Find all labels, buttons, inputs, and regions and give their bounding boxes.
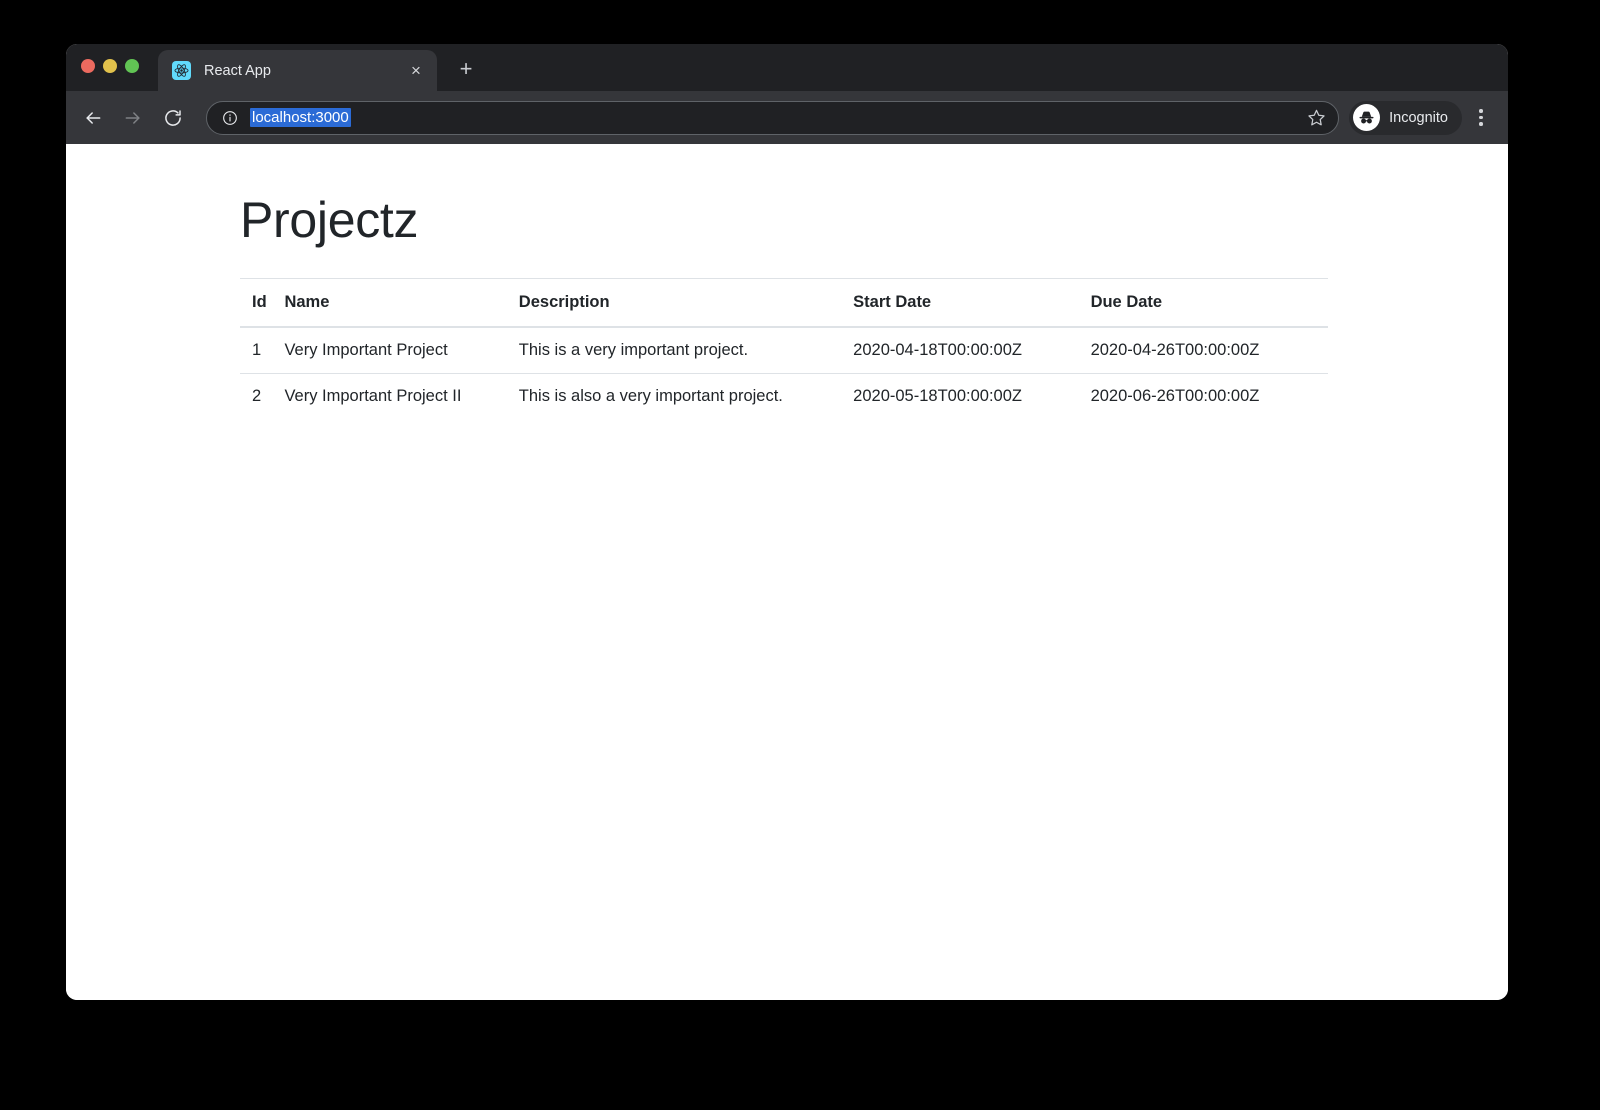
- page-title: Projectz: [240, 192, 1508, 250]
- cell-name: Very Important Project II: [284, 373, 518, 419]
- back-arrow-icon[interactable]: [76, 101, 110, 135]
- tab-title: React App: [204, 63, 405, 79]
- cell-due-date: 2020-06-26T00:00:00Z: [1091, 373, 1328, 419]
- forward-arrow-icon[interactable]: [116, 101, 150, 135]
- bookmark-star-icon[interactable]: [1304, 106, 1328, 130]
- cell-start-date: 2020-05-18T00:00:00Z: [853, 373, 1090, 419]
- column-header-due-date: Due Date: [1091, 278, 1328, 327]
- cell-description: This is a very important project.: [519, 327, 853, 374]
- table-header-row: Id Name Description Start Date Due Date: [240, 278, 1328, 327]
- browser-toolbar: localhost:3000 Incognito: [66, 91, 1508, 144]
- cell-start-date: 2020-04-18T00:00:00Z: [853, 327, 1090, 374]
- cell-id: 2: [240, 373, 284, 419]
- react-icon: [172, 61, 191, 80]
- table-head: Id Name Description Start Date Due Date: [240, 278, 1328, 327]
- cell-due-date: 2020-04-26T00:00:00Z: [1091, 327, 1328, 374]
- three-dot-menu-icon[interactable]: [1468, 103, 1494, 133]
- cell-id: 1: [240, 327, 284, 374]
- close-window-button[interactable]: [81, 59, 95, 73]
- column-header-start-date: Start Date: [853, 278, 1090, 327]
- window-controls: [81, 59, 139, 73]
- new-tab-button[interactable]: +: [452, 55, 480, 83]
- browser-tab-react-app[interactable]: React App ×: [158, 50, 437, 91]
- url-input[interactable]: localhost:3000: [250, 108, 351, 127]
- menu-dot: [1479, 122, 1483, 126]
- profile-incognito-button[interactable]: Incognito: [1349, 101, 1462, 135]
- column-header-id: Id: [240, 278, 284, 327]
- projects-table: Id Name Description Start Date Due Date …: [240, 278, 1328, 419]
- table-row: 2 Very Important Project II This is also…: [240, 373, 1328, 419]
- browser-window: React App × +: [66, 44, 1508, 1000]
- minimize-window-button[interactable]: [103, 59, 117, 73]
- profile-label: Incognito: [1389, 110, 1448, 126]
- menu-dot: [1479, 109, 1483, 113]
- column-header-name: Name: [284, 278, 518, 327]
- close-tab-icon[interactable]: ×: [405, 60, 427, 82]
- incognito-icon: [1353, 104, 1380, 131]
- reload-icon[interactable]: [156, 101, 190, 135]
- cell-description: This is also a very important project.: [519, 373, 853, 419]
- page-content: Projectz Id Name Description Start Date …: [66, 144, 1508, 1000]
- table-row: 1 Very Important Project This is a very …: [240, 327, 1328, 374]
- menu-dot: [1479, 116, 1483, 120]
- table-body: 1 Very Important Project This is a very …: [240, 327, 1328, 419]
- info-circle-icon[interactable]: [221, 109, 238, 126]
- tab-strip: React App × +: [66, 44, 1508, 91]
- cell-name: Very Important Project: [284, 327, 518, 374]
- address-bar[interactable]: localhost:3000: [206, 101, 1339, 135]
- maximize-window-button[interactable]: [125, 59, 139, 73]
- column-header-description: Description: [519, 278, 853, 327]
